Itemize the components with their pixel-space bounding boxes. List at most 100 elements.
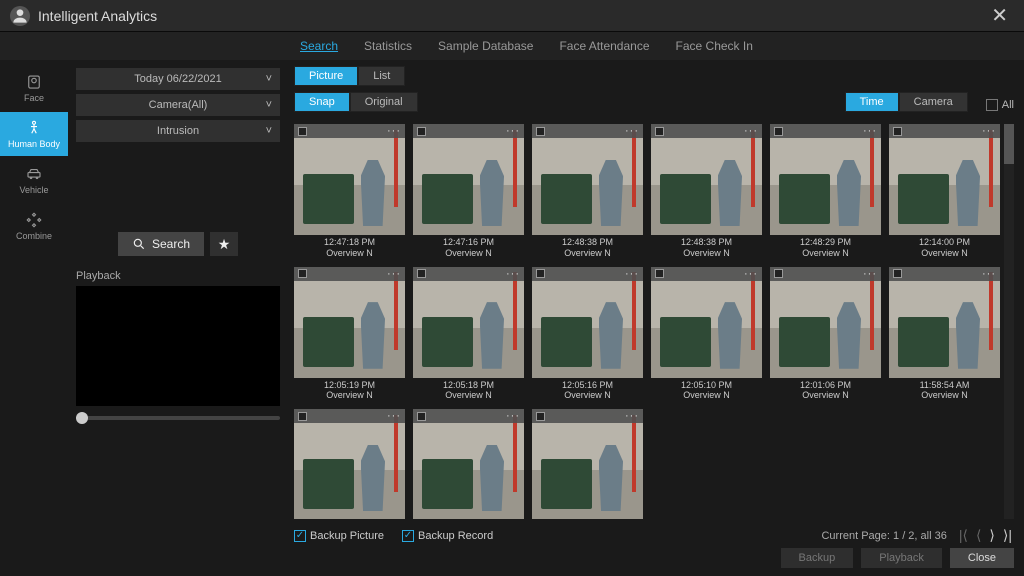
- close-button[interactable]: Close: [950, 548, 1014, 568]
- thumbnail-checkbox[interactable]: [417, 412, 426, 421]
- nav-face-attendance[interactable]: Face Attendance: [559, 39, 649, 53]
- thumbnail-checkbox[interactable]: [536, 127, 545, 136]
- thumbnail-camera: Overview N: [532, 390, 643, 401]
- backup-record-checkbox[interactable]: ✓Backup Record: [402, 530, 493, 542]
- app-title: Intelligent Analytics: [38, 8, 985, 24]
- thumbnail-camera: Overview N: [413, 390, 524, 401]
- more-icon[interactable]: ···: [506, 410, 520, 422]
- result-thumbnail[interactable]: ··· 12:05:19 PMOverview N: [294, 267, 405, 402]
- more-icon[interactable]: ···: [506, 125, 520, 137]
- thumbnail-camera: Overview N: [770, 390, 881, 401]
- playback-button[interactable]: Playback: [861, 548, 942, 568]
- result-thumbnail[interactable]: ··· 12:14:00 PMOverview N: [889, 124, 1000, 259]
- more-icon[interactable]: ···: [506, 268, 520, 280]
- thumbnail-checkbox[interactable]: [774, 269, 783, 278]
- select-all-checkbox[interactable]: All: [986, 99, 1014, 111]
- backup-picture-checkbox[interactable]: ✓Backup Picture: [294, 530, 384, 542]
- rail-vehicle[interactable]: Vehicle: [0, 158, 68, 202]
- thumbnail-time: 12:14:00 PM: [889, 237, 1000, 248]
- thumbnail-checkbox[interactable]: [893, 127, 902, 136]
- result-thumbnail[interactable]: ··· 12:05:16 PMOverview N: [532, 267, 643, 402]
- rail-face[interactable]: Face: [0, 66, 68, 110]
- nav-sample-database[interactable]: Sample Database: [438, 39, 533, 53]
- more-icon[interactable]: ···: [625, 268, 639, 280]
- results-grid: ··· 12:47:18 PMOverview N ··· 12:47:16 P…: [294, 124, 1014, 519]
- event-dropdown[interactable]: Intrusion ˅: [76, 120, 280, 142]
- thumbnail-time: 12:05:10 PM: [651, 380, 762, 391]
- thumbnail-time: 12:48:38 PM: [651, 237, 762, 248]
- toggle-snap[interactable]: Snap: [294, 92, 350, 112]
- nav-face-check-in[interactable]: Face Check In: [676, 39, 753, 53]
- page-next-icon[interactable]: ⟩: [987, 527, 996, 544]
- thumbnail-camera: Overview N: [651, 390, 762, 401]
- toggle-original[interactable]: Original: [350, 92, 418, 112]
- result-thumbnail[interactable]: ···: [413, 409, 524, 519]
- thumbnail-time: 12:48:29 PM: [770, 237, 881, 248]
- playback-slider[interactable]: [76, 416, 280, 424]
- thumbnail-camera: Overview N: [889, 248, 1000, 259]
- backup-button[interactable]: Backup: [781, 548, 854, 568]
- more-icon[interactable]: ···: [744, 125, 758, 137]
- thumbnail-checkbox[interactable]: [893, 269, 902, 278]
- page-prev-icon[interactable]: ⟨: [974, 527, 983, 544]
- filter-pane: Today 06/22/2021 ˅ Camera(All) ˅ Intrusi…: [68, 60, 288, 576]
- playback-window[interactable]: [76, 286, 280, 406]
- more-icon[interactable]: ···: [744, 268, 758, 280]
- star-icon: ★: [218, 236, 231, 253]
- thumbnail-checkbox[interactable]: [298, 412, 307, 421]
- result-thumbnail[interactable]: ··· 12:48:38 PMOverview N: [651, 124, 762, 259]
- toggle-list[interactable]: List: [358, 66, 405, 86]
- more-icon[interactable]: ···: [863, 268, 877, 280]
- thumbnail-checkbox[interactable]: [298, 127, 307, 136]
- toggle-time[interactable]: Time: [845, 92, 899, 112]
- thumbnail-camera: Overview N: [413, 248, 524, 259]
- search-button[interactable]: Search: [118, 232, 204, 256]
- thumbnail-checkbox[interactable]: [298, 269, 307, 278]
- result-thumbnail[interactable]: ··· 12:01:06 PMOverview N: [770, 267, 881, 402]
- snap-mode-toggle: Snap Original: [294, 92, 418, 112]
- result-thumbnail[interactable]: ··· 12:48:29 PMOverview N: [770, 124, 881, 259]
- more-icon[interactable]: ···: [387, 125, 401, 137]
- toggle-camera[interactable]: Camera: [899, 92, 968, 112]
- thumbnail-checkbox[interactable]: [536, 269, 545, 278]
- result-thumbnail[interactable]: ···: [532, 409, 643, 519]
- date-dropdown[interactable]: Today 06/22/2021 ˅: [76, 68, 280, 90]
- favorite-button[interactable]: ★: [210, 232, 238, 256]
- nav-search[interactable]: Search: [300, 39, 338, 53]
- more-icon[interactable]: ···: [387, 410, 401, 422]
- thumbnail-time: 12:05:19 PM: [294, 380, 405, 391]
- scrollbar[interactable]: [1004, 124, 1014, 519]
- thumbnail-checkbox[interactable]: [417, 269, 426, 278]
- more-icon[interactable]: ···: [387, 268, 401, 280]
- result-thumbnail[interactable]: ··· 12:47:16 PMOverview N: [413, 124, 524, 259]
- result-thumbnail[interactable]: ···: [294, 409, 405, 519]
- thumbnail-checkbox[interactable]: [655, 269, 664, 278]
- more-icon[interactable]: ···: [863, 125, 877, 137]
- chevron-down-icon: ˅: [266, 73, 272, 85]
- result-thumbnail[interactable]: ··· 12:05:10 PMOverview N: [651, 267, 762, 402]
- more-icon[interactable]: ···: [625, 125, 639, 137]
- page-first-icon[interactable]: |⟨: [957, 527, 970, 544]
- thumbnail-checkbox[interactable]: [774, 127, 783, 136]
- thumbnail-checkbox[interactable]: [536, 412, 545, 421]
- thumbnail-checkbox[interactable]: [417, 127, 426, 136]
- rail-human-body[interactable]: Human Body: [0, 112, 68, 156]
- more-icon[interactable]: ···: [625, 410, 639, 422]
- thumbnail-camera: Overview N: [532, 248, 643, 259]
- close-icon[interactable]: ✕: [985, 3, 1014, 28]
- thumbnail-camera: Overview N: [889, 390, 1000, 401]
- result-thumbnail[interactable]: ··· 11:58:54 AMOverview N: [889, 267, 1000, 402]
- more-icon[interactable]: ···: [982, 125, 996, 137]
- camera-dropdown[interactable]: Camera(All) ˅: [76, 94, 280, 116]
- rail-combine[interactable]: Combine: [0, 204, 68, 248]
- nav-statistics[interactable]: Statistics: [364, 39, 412, 53]
- thumbnail-checkbox[interactable]: [655, 127, 664, 136]
- toggle-picture[interactable]: Picture: [294, 66, 358, 86]
- result-thumbnail[interactable]: ··· 12:47:18 PMOverview N: [294, 124, 405, 259]
- chevron-down-icon: ˅: [266, 99, 272, 111]
- result-thumbnail[interactable]: ··· 12:05:18 PMOverview N: [413, 267, 524, 402]
- more-icon[interactable]: ···: [982, 268, 996, 280]
- page-last-icon[interactable]: ⟩|: [1001, 527, 1014, 544]
- result-thumbnail[interactable]: ··· 12:48:38 PMOverview N: [532, 124, 643, 259]
- thumbnail-time: 11:58:54 AM: [889, 380, 1000, 391]
